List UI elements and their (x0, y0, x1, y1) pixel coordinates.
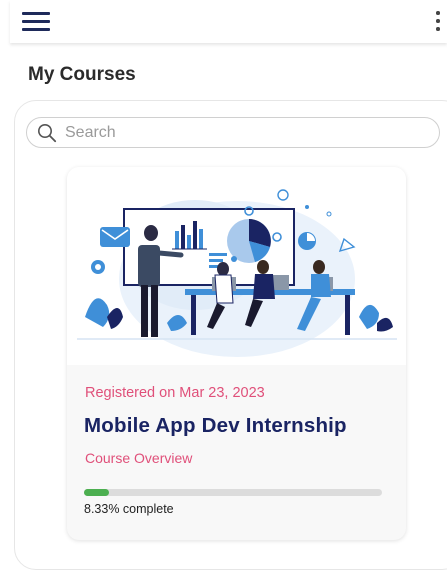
search-input[interactable] (65, 121, 425, 145)
page-title: My Courses (28, 64, 136, 85)
search-icon (38, 124, 57, 143)
progress-bar (84, 489, 382, 496)
course-illustration (67, 167, 406, 365)
progress-bar-fill (84, 489, 109, 496)
course-card[interactable]: Registered on Mar 23, 2023 Mobile App De… (67, 167, 406, 540)
course-overview-link[interactable]: Course Overview (85, 450, 192, 466)
hamburger-menu-icon[interactable] (22, 12, 50, 32)
course-title[interactable]: Mobile App Dev Internship (84, 414, 347, 438)
more-vertical-icon[interactable] (434, 11, 442, 33)
top-app-bar (10, 0, 447, 43)
search-bar[interactable] (26, 117, 440, 148)
registration-date: Registered on Mar 23, 2023 (85, 385, 265, 401)
progress-label: 8.33% complete (84, 502, 174, 516)
